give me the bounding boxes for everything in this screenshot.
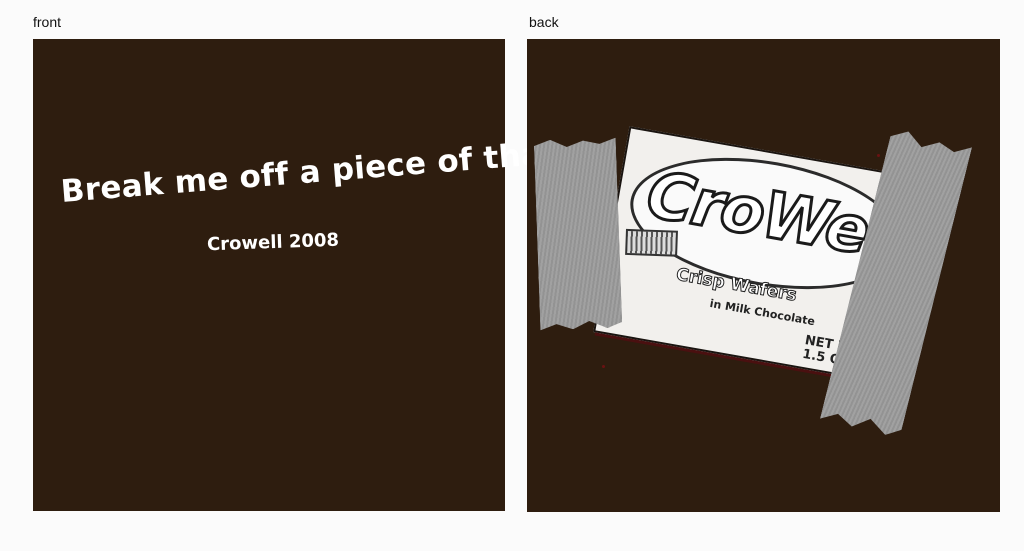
back-panel: CroWell Crisp Wafers in Milk Chocolate N… (527, 39, 1000, 512)
tape-strip-left (534, 138, 623, 331)
credit: Crowell 2008 (206, 229, 340, 256)
speck (602, 365, 605, 368)
wrapper-subtitle-2: in Milk Chocolate (708, 296, 816, 329)
front-panel: Break me off a piece of that Crowell 200… (33, 39, 559, 511)
back-caption: back (529, 14, 559, 30)
front-caption: front (33, 14, 62, 30)
speck (877, 154, 880, 157)
tagline: Break me off a piece of that (59, 134, 559, 210)
